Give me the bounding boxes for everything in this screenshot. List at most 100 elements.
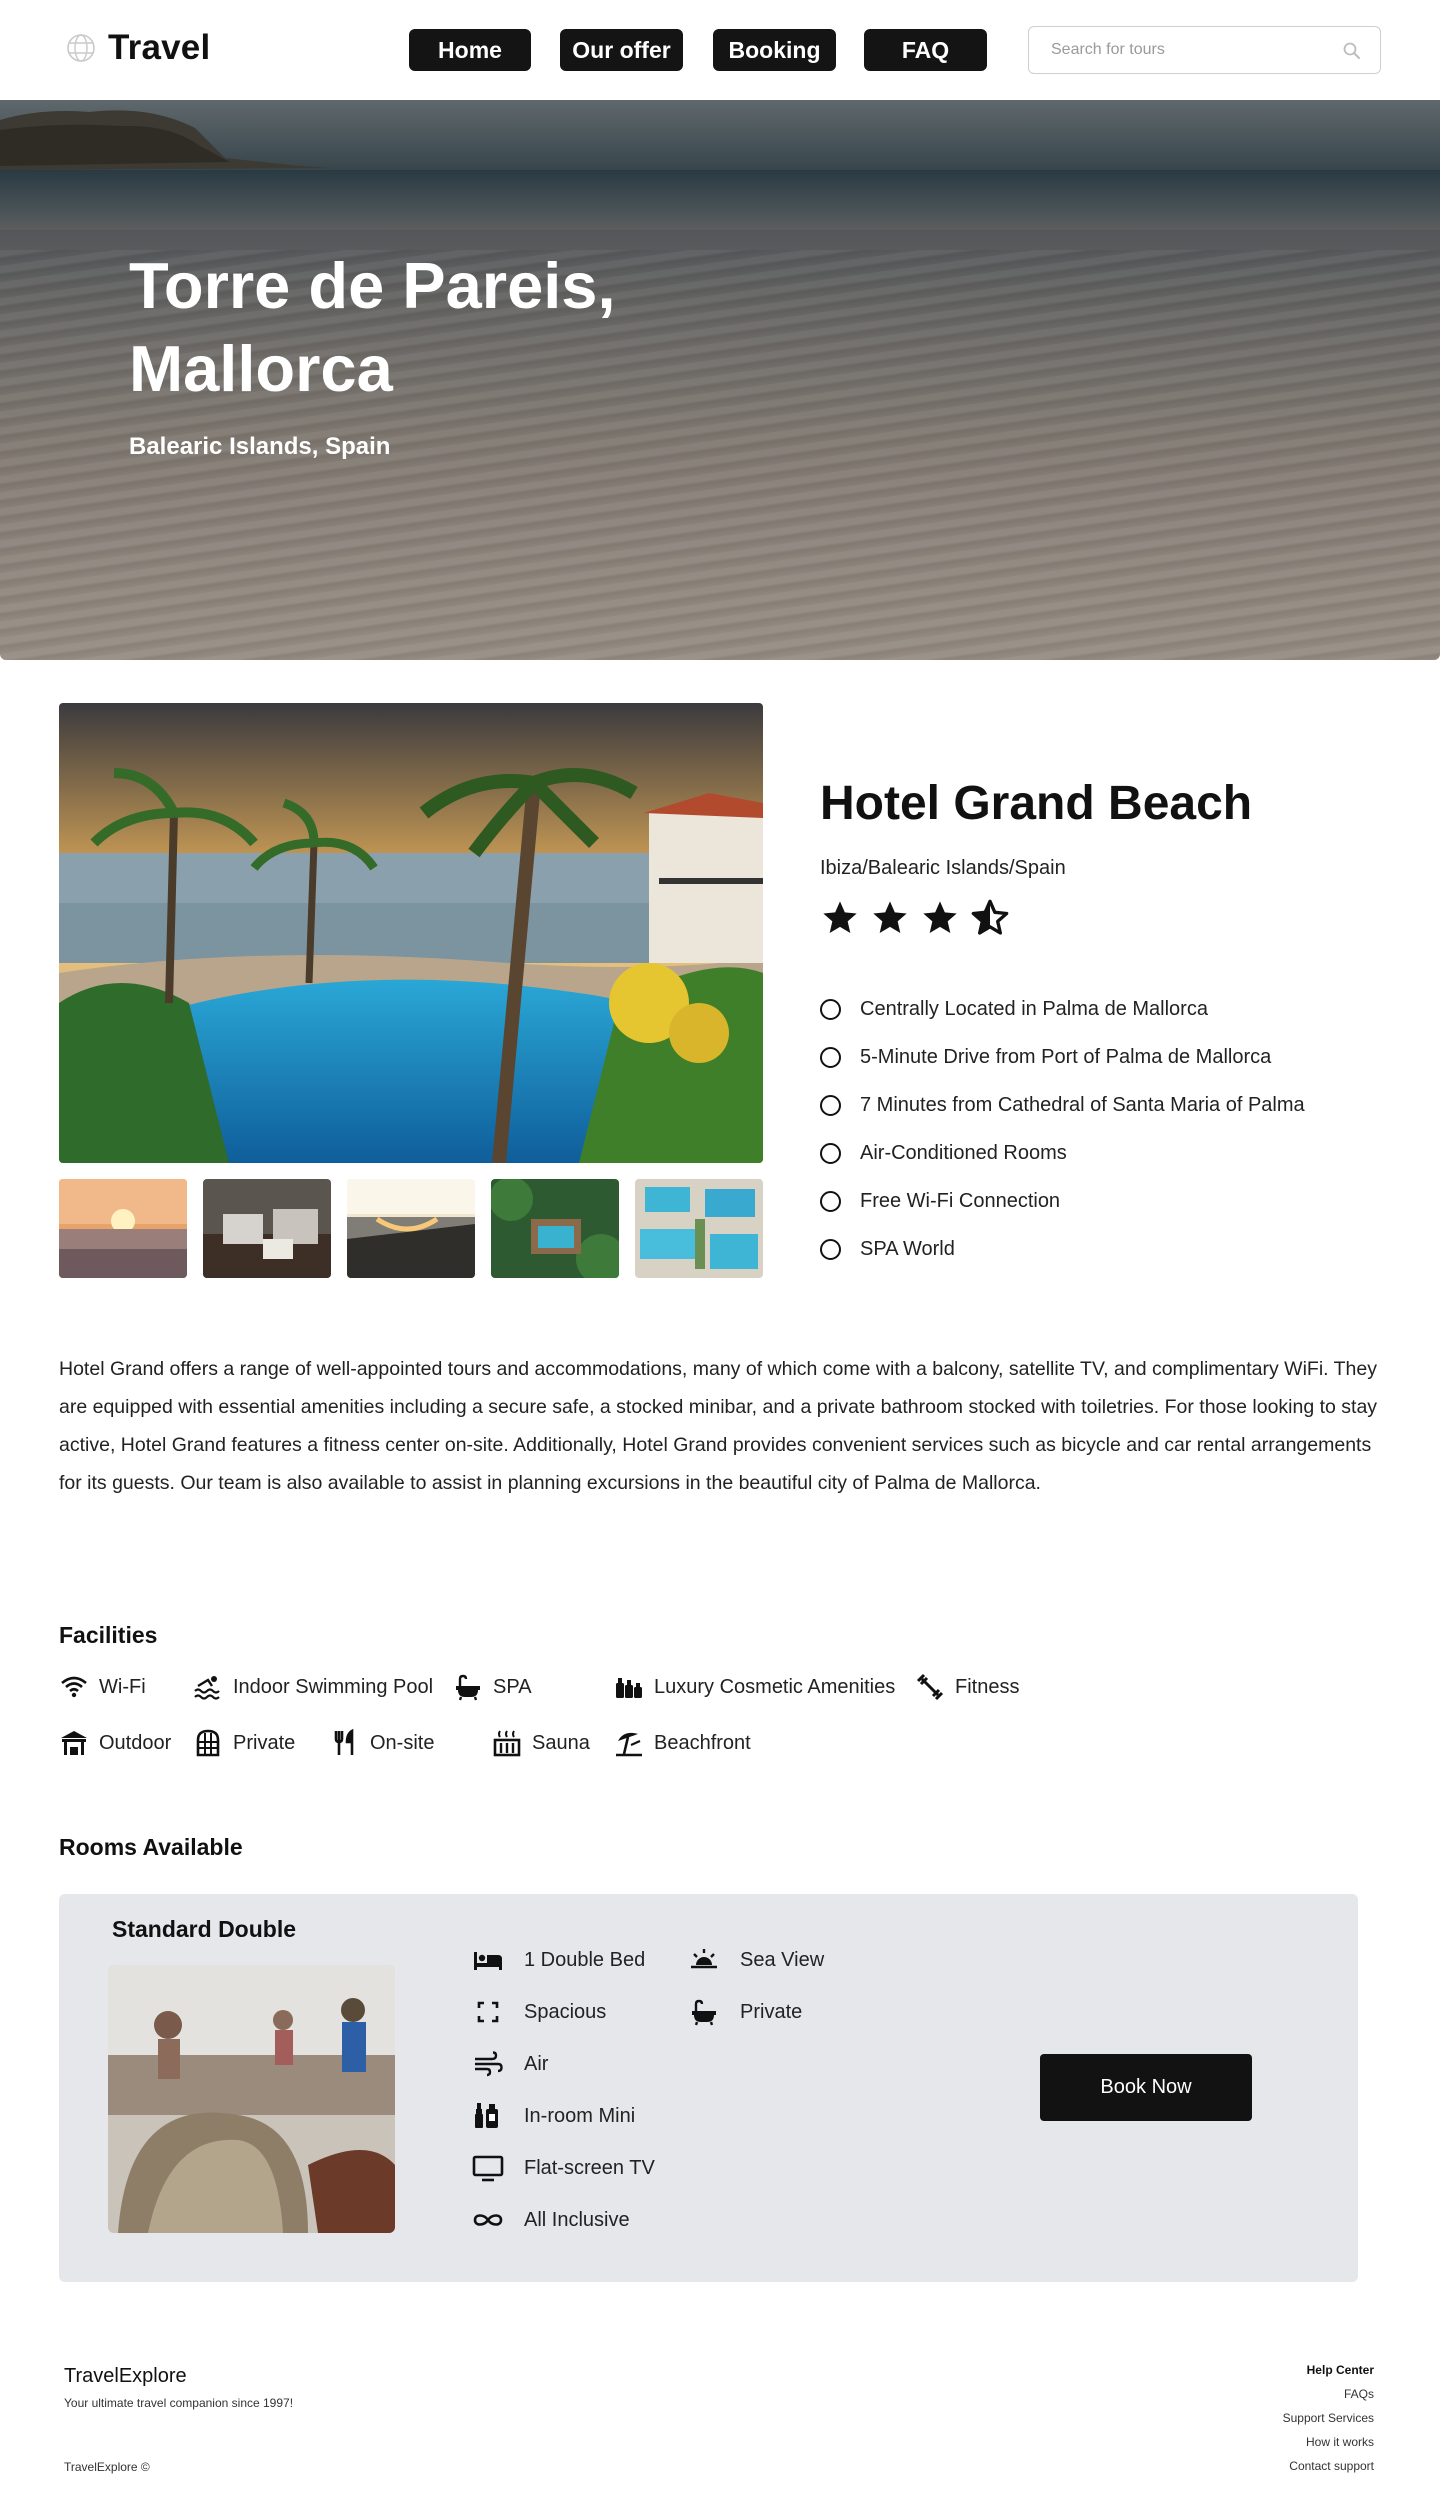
sauna-icon [493, 1730, 521, 1757]
beach-umbrella-icon [616, 1732, 642, 1757]
nav-home[interactable]: Home [409, 29, 531, 71]
sunrise-icon [691, 1949, 717, 1969]
circle-bullet-icon [820, 1142, 841, 1164]
facility-label: Indoor Swimming Pool [233, 1675, 434, 1698]
footer-link-support[interactable]: Support Services [1283, 2410, 1374, 2434]
footer-link-contact[interactable]: Contact support [1283, 2458, 1374, 2482]
amenity-all-inclusive: All Inclusive [472, 2205, 630, 2235]
thumbnail-meeting[interactable] [203, 1179, 331, 1278]
amenity-private-bath: Private [688, 1997, 802, 2027]
facility-indoor-pool: Indoor Swimming Pool [193, 1672, 433, 1702]
facility-label: Beachfront [654, 1731, 751, 1754]
hero-banner: Torre de Pareis, Mallorca Balearic Islan… [0, 100, 1440, 660]
circle-bullet-icon [820, 1046, 841, 1068]
hero-cliff [0, 110, 330, 170]
star-rating [820, 898, 1010, 938]
thumbnail-treehouse-pool[interactable] [491, 1179, 619, 1278]
star-full-icon [873, 901, 907, 933]
amenity-double-bed: 1 Double Bed [472, 1945, 645, 1975]
circle-bullet-icon [820, 998, 841, 1020]
facility-beachfront: Beachfront [614, 1728, 751, 1758]
facility-label: Private [233, 1731, 296, 1754]
facility-label: Sauna [532, 1731, 590, 1754]
room-name: Standard Double [112, 1916, 297, 1942]
thumbnail-horizon[interactable] [347, 1179, 475, 1278]
hero-title-line-1: Torre de Pareis, [129, 249, 616, 322]
amenity-spacious: Spacious [472, 1997, 606, 2027]
hotel-description: Hotel Grand offers a range of well-appoi… [59, 1358, 1378, 1494]
tv-icon [472, 2155, 504, 2182]
outdoor-icon [61, 1731, 87, 1755]
circle-bullet-icon [820, 1238, 841, 1260]
nav-faq[interactable]: FAQ [864, 29, 987, 71]
site-header: Travel Home Our offer Booking FAQ [0, 0, 1440, 100]
hotel-name: Hotel Grand Beach [820, 777, 1253, 830]
amenity-label: In-room Mini [524, 2104, 636, 2127]
hero-subtitle: Balearic Islands, Spain [129, 433, 391, 460]
facility-cosmetics: Luxury Cosmetic Amenities [614, 1672, 895, 1702]
amenity-label: Spacious [524, 2000, 607, 2023]
feature-item: Centrally Located in Palma de Mallorca [820, 985, 1305, 1033]
hero-sea [0, 170, 1440, 230]
hotel-main-photo[interactable] [59, 703, 763, 1163]
hero-title: Torre de Pareis, Mallorca [129, 244, 729, 410]
private-icon [196, 1729, 220, 1757]
feature-label: Free Wi-Fi Connection [860, 1189, 1061, 1212]
amenity-minibar: In-room Mini [472, 2101, 635, 2131]
facility-fitness: Fitness [915, 1672, 1019, 1702]
room-photo[interactable] [108, 1965, 395, 2233]
restaurant-icon [334, 1728, 354, 1755]
logo[interactable]: Travel [64, 28, 210, 68]
amenity-label: Air [524, 2052, 549, 2075]
footer-copyright: TravelExplore © [64, 2460, 150, 2474]
search-icon[interactable] [1342, 41, 1362, 61]
wifi-icon [61, 1676, 87, 1698]
feature-item: 5-Minute Drive from Port of Palma de Mal… [820, 1033, 1305, 1081]
feature-item: SPA World [820, 1225, 1305, 1273]
cosmetics-icon [616, 1678, 642, 1698]
facility-label: Outdoor [99, 1731, 172, 1754]
footer-link-faqs[interactable]: FAQs [1283, 2386, 1374, 2410]
hotel-features-list: Centrally Located in Palma de Mallorca 5… [820, 985, 1305, 1273]
footer-links-title: Help Center [1306, 2363, 1374, 2377]
expand-icon [477, 2001, 499, 2023]
bed-icon [474, 1952, 502, 1970]
footer-brand: TravelExplore [64, 2365, 187, 2387]
book-now-button[interactable]: Book Now [1040, 2054, 1252, 2121]
amenity-sea-view: Sea View [688, 1945, 824, 1975]
amenity-label: 1 Double Bed [524, 1948, 646, 1971]
amenity-label: Flat-screen TV [524, 2156, 655, 2179]
minibar-icon [475, 2103, 498, 2128]
globe-logo-icon [67, 34, 95, 62]
nav-booking[interactable]: Booking [713, 29, 836, 71]
feature-item: Free Wi-Fi Connection [820, 1177, 1305, 1225]
feature-item: Air-Conditioned Rooms [820, 1129, 1305, 1177]
feature-label: Air-Conditioned Rooms [860, 1141, 1067, 1164]
hotel-location: Ibiza/Balearic Islands/Spain [820, 857, 1066, 879]
infinity-icon [473, 2214, 503, 2226]
feature-label: Centrally Located in Palma de Mallorca [860, 997, 1208, 1020]
facility-private: Private [193, 1728, 295, 1758]
feature-label: 7 Minutes from Cathedral of Santa Maria … [860, 1093, 1305, 1116]
circle-bullet-icon [820, 1190, 841, 1212]
facility-label: Fitness [955, 1675, 1020, 1698]
facility-label: Wi-Fi [99, 1675, 146, 1698]
hero-title-line-2: Mallorca [129, 332, 393, 405]
feature-label: 5-Minute Drive from Port of Palma de Mal… [860, 1045, 1272, 1068]
search-input[interactable] [1051, 39, 1331, 61]
thumbnail-sunset[interactable] [59, 1179, 187, 1278]
logo-text: Travel [108, 28, 211, 67]
facility-outdoor: Outdoor [59, 1728, 171, 1758]
footer-link-how-it-works[interactable]: How it works [1283, 2434, 1374, 2458]
bathtub-icon [456, 1674, 480, 1701]
amenity-label: Sea View [740, 1948, 825, 1971]
thumbnail-pools-aerial[interactable] [635, 1179, 763, 1278]
star-full-icon [823, 901, 857, 933]
amenity-label: Private [740, 2000, 803, 2023]
amenity-air: Air [472, 2049, 548, 2079]
bathtub-icon [692, 1999, 716, 2026]
fitness-icon [916, 1673, 944, 1701]
hotel-photo-illustration [59, 703, 763, 1163]
nav-our-offer[interactable]: Our offer [560, 29, 683, 71]
feature-item: 7 Minutes from Cathedral of Santa Maria … [820, 1081, 1305, 1129]
